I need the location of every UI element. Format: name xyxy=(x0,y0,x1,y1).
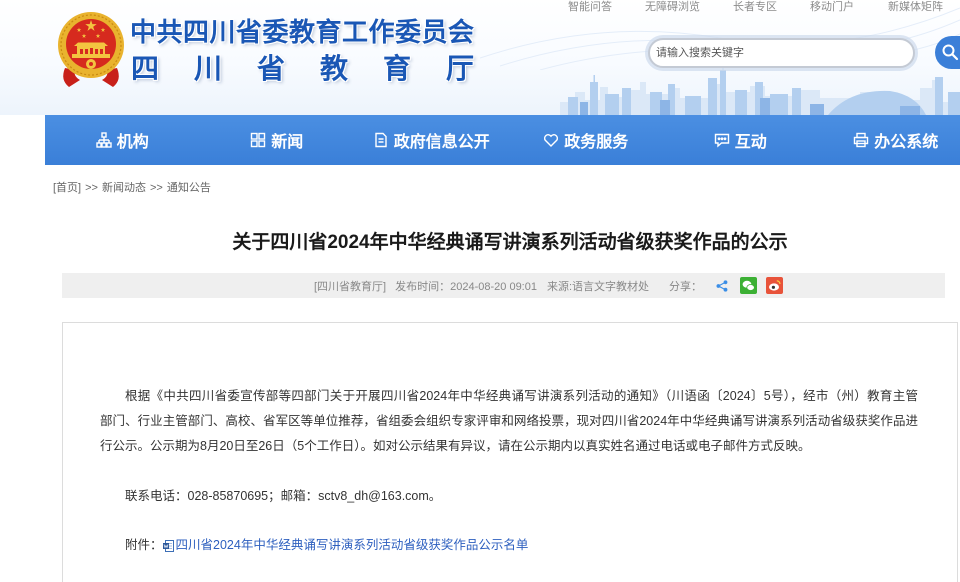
body-paragraph-line: 行公示。公示期为8月20日至26日（5个工作日）。如对公示结果有异议，请在公示期… xyxy=(100,439,811,453)
breadcrumb-home-link[interactable]: [首页] xyxy=(53,182,81,194)
top-link-smart-qa[interactable]: 智能问答 xyxy=(568,1,612,14)
attachment-label: 附件： xyxy=(125,538,163,552)
wechat-icon[interactable] xyxy=(740,277,758,294)
breadcrumb-notices-link[interactable]: 通知公告 xyxy=(167,182,211,194)
top-link-elderly[interactable]: 长者专区 xyxy=(733,1,777,14)
attachment-link[interactable]: 四川省2024年中华经典诵写讲演系列活动省级获奖作品公示名单 xyxy=(176,533,529,558)
site-title-department: 四川省教育厅 xyxy=(131,53,510,84)
nav-item-label: 新闻 xyxy=(271,134,304,151)
search-button[interactable] xyxy=(935,36,960,69)
nav-item-interaction[interactable]: 互动 xyxy=(663,115,818,165)
article-meta-bar: [四川省教育厅] 发布时间：2024-08-20 09:01 来源:语言文字教材… xyxy=(62,273,945,298)
cityscape-illustration xyxy=(560,63,960,115)
source-value: 语言文字教材处 xyxy=(572,280,650,293)
site-title-committee: 中共四川省委教育工作委员会 xyxy=(130,17,475,47)
attachment-row: 附件： 四川省2024年中华经典诵写讲演系列活动省级获奖作品公示名单 xyxy=(100,533,918,558)
nav-item-label: 政务服务 xyxy=(564,134,629,151)
org-chart-icon xyxy=(96,132,112,148)
article-title: 关于四川省2024年中华经典诵写讲演系列活动省级获奖作品的公示 xyxy=(232,232,788,253)
main-nav: 机构 新闻 政府信息公开 政务服务 互动 办公系统 xyxy=(45,115,960,165)
article-publisher: [四川省教育厅] xyxy=(314,280,387,293)
article-body: 根据《中共四川省委宣传部等四部门关于开展四川省2024年中华经典诵写讲演系列活动… xyxy=(62,322,958,582)
weibo-icon[interactable] xyxy=(766,277,784,294)
breadcrumb-news-link[interactable]: 新闻动态 xyxy=(102,182,146,194)
nav-item-label: 政府信息公开 xyxy=(393,134,490,151)
breadcrumb-separator: >> xyxy=(149,182,163,194)
page: 中共四川省委教育工作委员会 四川省教育厅 智能问答 无障碍浏览 长者专区 移动门… xyxy=(0,0,960,582)
body-paragraph-line: 根据《中共四川省委宣传部等四部门关于开展四川省2024年中华经典诵写讲演系列活动… xyxy=(125,389,918,403)
chat-icon xyxy=(714,133,729,148)
word-document-icon xyxy=(162,539,174,552)
nav-item-organization[interactable]: 机构 xyxy=(45,115,200,165)
breadcrumb-separator: >> xyxy=(85,182,98,194)
nav-item-news[interactable]: 新闻 xyxy=(200,115,355,165)
top-link-accessibility[interactable]: 无障碍浏览 xyxy=(645,1,700,14)
search-box xyxy=(648,38,915,68)
search-icon xyxy=(942,44,959,61)
news-grid-icon xyxy=(251,132,266,148)
document-icon xyxy=(375,132,387,148)
service-heart-icon xyxy=(544,134,559,147)
nav-item-label: 办公系统 xyxy=(874,134,939,151)
top-link-new-media[interactable]: 新媒体矩阵 xyxy=(888,1,943,14)
article-source: 来源:语言文字教材处 xyxy=(547,278,649,294)
share-label: 分享： xyxy=(669,280,703,293)
nav-item-info-disclosure[interactable]: 政府信息公开 xyxy=(354,115,509,165)
share-icon[interactable] xyxy=(716,279,728,292)
source-label: 来源: xyxy=(546,280,573,293)
printer-icon xyxy=(854,132,869,148)
contact-info: 联系电话：028-85870695；邮箱：sctv8_dh@163.com。 xyxy=(125,489,442,503)
site-header: 中共四川省委教育工作委员会 四川省教育厅 智能问答 无障碍浏览 长者专区 移动门… xyxy=(0,0,960,115)
search-input[interactable] xyxy=(656,40,906,66)
body-paragraph-line: 部门、行业主管部门、高校、省军区等单位推荐，省组委会组织专家评审和网络投票，现对… xyxy=(100,414,918,428)
nav-item-label: 互动 xyxy=(734,134,767,151)
nav-item-office-system[interactable]: 办公系统 xyxy=(818,115,960,165)
publish-time-value: 2024-08-20 09:01 xyxy=(450,280,537,293)
top-link-mobile[interactable]: 移动门户 xyxy=(810,1,854,14)
nav-item-label: 机构 xyxy=(116,134,149,151)
nav-item-gov-services[interactable]: 政务服务 xyxy=(509,115,664,165)
publish-time-label: 发布时间： xyxy=(395,280,451,293)
national-emblem-icon xyxy=(58,12,124,87)
top-links: 智能问答 无障碍浏览 长者专区 移动门户 新媒体矩阵 xyxy=(0,0,960,16)
article-publish-time: 发布时间：2024-08-20 09:01 xyxy=(395,278,537,294)
breadcrumb: [首页] >> 新闻动态 >> 通知公告 xyxy=(53,180,211,196)
